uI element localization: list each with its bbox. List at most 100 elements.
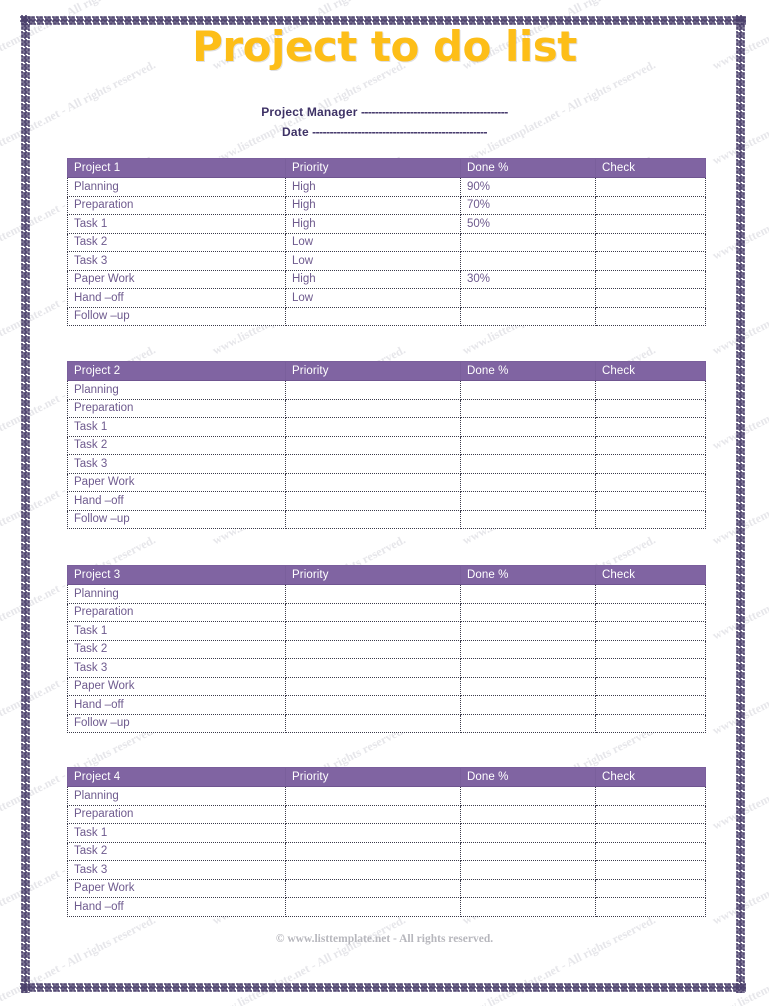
cell-check[interactable]	[595, 695, 706, 715]
cell-done[interactable]	[460, 454, 596, 474]
cell-done[interactable]	[460, 584, 596, 604]
cell-done[interactable]	[460, 491, 596, 511]
cell-check[interactable]	[595, 713, 706, 733]
cell-task[interactable]: Follow –up	[67, 713, 286, 733]
cell-check[interactable]	[595, 288, 706, 308]
project-manager-fill-line[interactable]: ----------------------------------------…	[361, 105, 508, 119]
cell-priority[interactable]	[285, 454, 461, 474]
cell-check[interactable]	[595, 306, 706, 326]
cell-done[interactable]	[460, 804, 596, 824]
cell-check[interactable]	[595, 804, 706, 824]
cell-task[interactable]: Task 3	[67, 860, 286, 880]
cell-priority[interactable]	[285, 897, 461, 917]
cell-priority[interactable]: High	[285, 269, 461, 289]
cell-task[interactable]: Paper Work	[67, 878, 286, 898]
cell-check[interactable]	[595, 177, 706, 197]
cell-priority[interactable]	[285, 639, 461, 659]
cell-done[interactable]	[460, 417, 596, 437]
cell-priority[interactable]	[285, 695, 461, 715]
cell-done[interactable]	[460, 695, 596, 715]
cell-priority[interactable]	[285, 676, 461, 696]
cell-check[interactable]	[595, 195, 706, 215]
cell-task[interactable]: Hand –off	[67, 695, 286, 715]
cell-check[interactable]	[595, 878, 706, 898]
cell-priority[interactable]	[285, 860, 461, 880]
cell-check[interactable]	[595, 232, 706, 252]
cell-check[interactable]	[595, 823, 706, 843]
cell-done[interactable]	[460, 435, 596, 455]
cell-priority[interactable]	[285, 878, 461, 898]
cell-done[interactable]	[460, 878, 596, 898]
cell-done[interactable]: 50%	[460, 214, 596, 234]
cell-priority[interactable]	[285, 786, 461, 806]
cell-task[interactable]: Preparation	[67, 804, 286, 824]
cell-done[interactable]: 70%	[460, 195, 596, 215]
cell-done[interactable]: 90%	[460, 177, 596, 197]
cell-task[interactable]: Task 1	[67, 417, 286, 437]
cell-task[interactable]: Planning	[67, 380, 286, 400]
cell-check[interactable]	[595, 509, 706, 529]
cell-done[interactable]	[460, 658, 596, 678]
cell-task[interactable]: Task 1	[67, 823, 286, 843]
cell-done[interactable]	[460, 602, 596, 622]
cell-priority[interactable]	[285, 841, 461, 861]
cell-priority[interactable]: Low	[285, 232, 461, 252]
cell-priority[interactable]: Low	[285, 251, 461, 271]
cell-done[interactable]	[460, 306, 596, 326]
cell-done[interactable]	[460, 639, 596, 659]
cell-task[interactable]: Task 1	[67, 621, 286, 641]
cell-priority[interactable]	[285, 491, 461, 511]
cell-priority[interactable]	[285, 509, 461, 529]
cell-done[interactable]	[460, 472, 596, 492]
cell-priority[interactable]	[285, 472, 461, 492]
cell-check[interactable]	[595, 786, 706, 806]
cell-check[interactable]	[595, 417, 706, 437]
cell-task[interactable]: Task 2	[67, 639, 286, 659]
cell-done[interactable]	[460, 823, 596, 843]
cell-task[interactable]: Hand –off	[67, 491, 286, 511]
cell-check[interactable]	[595, 602, 706, 622]
cell-task[interactable]: Hand –off	[67, 897, 286, 917]
cell-check[interactable]	[595, 639, 706, 659]
cell-task[interactable]: Paper Work	[67, 676, 286, 696]
cell-priority[interactable]	[285, 398, 461, 418]
cell-priority[interactable]	[285, 602, 461, 622]
cell-priority[interactable]: High	[285, 177, 461, 197]
cell-done[interactable]	[460, 676, 596, 696]
cell-check[interactable]	[595, 472, 706, 492]
cell-check[interactable]	[595, 214, 706, 234]
cell-done[interactable]	[460, 713, 596, 733]
cell-done[interactable]	[460, 621, 596, 641]
cell-task[interactable]: Planning	[67, 584, 286, 604]
cell-done[interactable]	[460, 897, 596, 917]
cell-done[interactable]: 30%	[460, 269, 596, 289]
cell-priority[interactable]	[285, 584, 461, 604]
cell-done[interactable]	[460, 232, 596, 252]
cell-check[interactable]	[595, 251, 706, 271]
cell-priority[interactable]: High	[285, 195, 461, 215]
cell-check[interactable]	[595, 676, 706, 696]
cell-check[interactable]	[595, 269, 706, 289]
cell-check[interactable]	[595, 841, 706, 861]
cell-task[interactable]: Preparation	[67, 602, 286, 622]
cell-done[interactable]	[460, 288, 596, 308]
cell-task[interactable]: Follow –up	[67, 509, 286, 529]
cell-task[interactable]: Planning	[67, 786, 286, 806]
cell-task[interactable]: Preparation	[67, 195, 286, 215]
cell-priority[interactable]	[285, 417, 461, 437]
cell-task[interactable]: Task 3	[67, 251, 286, 271]
cell-task[interactable]: Preparation	[67, 398, 286, 418]
cell-task[interactable]: Hand –off	[67, 288, 286, 308]
cell-check[interactable]	[595, 860, 706, 880]
cell-priority[interactable]	[285, 435, 461, 455]
cell-done[interactable]	[460, 398, 596, 418]
cell-task[interactable]: Task 3	[67, 658, 286, 678]
cell-done[interactable]	[460, 251, 596, 271]
cell-priority[interactable]: High	[285, 214, 461, 234]
cell-done[interactable]	[460, 509, 596, 529]
cell-task[interactable]: Task 1	[67, 214, 286, 234]
cell-priority[interactable]	[285, 658, 461, 678]
cell-priority[interactable]	[285, 621, 461, 641]
date-fill-line[interactable]: ----------------------------------------…	[312, 125, 487, 139]
cell-check[interactable]	[595, 454, 706, 474]
